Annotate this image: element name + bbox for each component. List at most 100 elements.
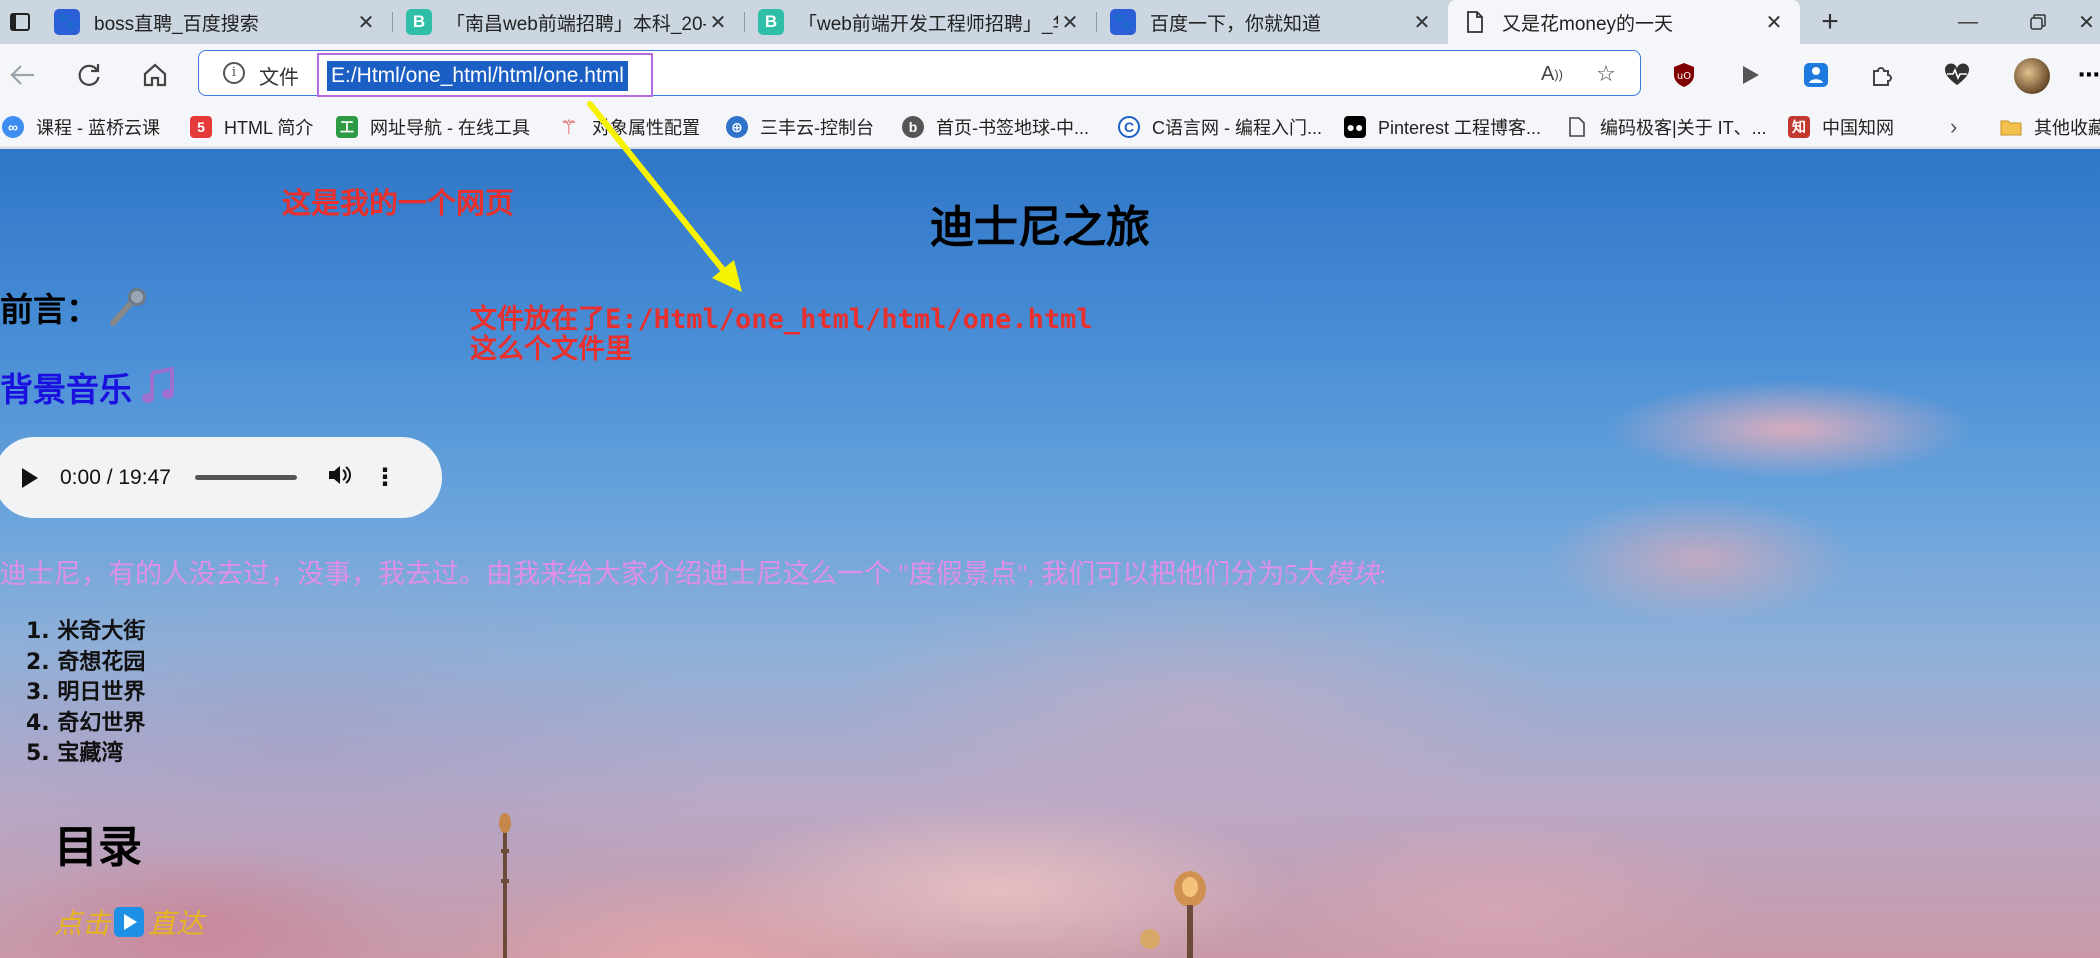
- bookmark-sanfeng[interactable]: ⊕ 三丰云-控制台: [726, 112, 874, 142]
- close-icon[interactable]: ✕: [706, 10, 730, 35]
- bookmark-label: 编码极客|关于 IT、...: [1600, 118, 1767, 138]
- click-to-jump-link[interactable]: 点击 直达: [54, 902, 204, 942]
- document-icon: [1566, 116, 1588, 138]
- tab-actions-icon[interactable]: [0, 0, 40, 44]
- navigation-bar: i 文件 A)) ☆ uO ⋯: [0, 44, 2100, 106]
- more-menu-icon[interactable]: ⋯: [2078, 57, 2100, 93]
- web-page-content: 这是我的一个网页 迪士尼之旅 文件放在了E:/Html/one_html/htm…: [0, 149, 2100, 958]
- boss-b-icon: B: [758, 9, 784, 35]
- profile-avatar[interactable]: [2014, 58, 2050, 94]
- bookmark-label: HTML 简介: [224, 118, 314, 138]
- bookmark-clang[interactable]: C C语言网 - 编程入门...: [1118, 112, 1322, 142]
- bookmark-label: 网址导航 - 在线工具: [370, 118, 530, 138]
- favorite-star-icon[interactable]: ☆: [1591, 59, 1621, 89]
- play-extension-icon[interactable]: [1732, 57, 1768, 93]
- bookmark-earth-icon: b: [902, 116, 924, 138]
- tab-boss-search[interactable]: 🐾 boss直聘_百度搜索 ✕: [40, 0, 392, 44]
- bookmark-label: 课程 - 蓝桥云课: [36, 118, 160, 138]
- lamp-post-image: [499, 813, 511, 958]
- tools-icon: 工: [336, 116, 358, 138]
- close-icon[interactable]: ✕: [1762, 10, 1786, 35]
- intro-paragraph: 迪士尼，有的人没去过，没事，我去过。由我来给大家介绍迪士尼这么一个 "度假景点"…: [0, 552, 1386, 591]
- new-tab-button[interactable]: +: [1800, 0, 1860, 44]
- close-icon[interactable]: ✕: [1410, 10, 1434, 35]
- restore-button[interactable]: [2003, 0, 2073, 44]
- home-icon[interactable]: [138, 58, 172, 92]
- preface-label: 前言：: [0, 290, 99, 329]
- minimize-button[interactable]: —: [1933, 0, 2003, 44]
- list-item: 5. 宝藏湾: [26, 741, 124, 766]
- tab-baidu[interactable]: 🐾 百度一下，你就知道 ✕: [1096, 0, 1448, 44]
- bookmarks-bar: ∞ 课程 - 蓝桥云课 5 HTML 简介 工 网址导航 - 在线工具 ⚚ 对象…: [0, 106, 2100, 148]
- tab-title: 百度一下，你就知道: [1150, 13, 1322, 35]
- toc-heading: 目录: [54, 822, 142, 873]
- medium-icon: ●●: [1344, 116, 1366, 138]
- tab-title: 「web前端开发工程师招聘」_华: [798, 13, 1058, 35]
- volume-icon[interactable]: [327, 464, 351, 492]
- lamp-post-image: [1140, 929, 1160, 949]
- config-icon: ⚚: [560, 116, 578, 139]
- background-music-heading: 背景音乐: [0, 363, 178, 411]
- play-button[interactable]: [22, 467, 38, 488]
- tab-nanchang-job[interactable]: B 「南昌web前端招聘」本科_20-3 ✕: [392, 0, 744, 44]
- bookmark-label: C语言网 - 编程入门...: [1152, 118, 1322, 138]
- audio-player: 0:00 / 19:47 ⋮: [0, 437, 442, 518]
- bookmark-earth[interactable]: b 首页-书签地球-中...: [902, 112, 1089, 142]
- bookmark-tools[interactable]: 工 网址导航 - 在线工具: [336, 112, 530, 142]
- tab-title: 又是花money的一天: [1502, 13, 1674, 35]
- folder-icon: [2000, 116, 2022, 138]
- bookmark-lanqiao[interactable]: ∞ 课程 - 蓝桥云课: [2, 112, 160, 142]
- tab-title: boss直聘_百度搜索: [94, 13, 259, 35]
- intro-end: :: [1378, 559, 1387, 589]
- ublock-icon[interactable]: uO: [1666, 57, 1702, 93]
- bookmark-label: 其他收藏: [2034, 118, 2100, 138]
- info-icon[interactable]: i: [223, 62, 245, 84]
- boss-b-icon: B: [406, 9, 432, 35]
- health-heart-icon[interactable]: [1939, 57, 1975, 93]
- bookmark-label: 三丰云-控制台: [760, 118, 874, 138]
- c-lang-icon: C: [1118, 116, 1140, 138]
- tab-web-job[interactable]: B 「web前端开发工程师招聘」_华 ✕: [744, 0, 1096, 44]
- bookmark-other-folder[interactable]: 其他收藏: [2000, 112, 2100, 142]
- bookmark-pinterest[interactable]: ●● Pinterest 工程博客...: [1344, 112, 1541, 142]
- bg-music-label: 背景音乐: [0, 370, 132, 409]
- close-icon[interactable]: ✕: [354, 10, 378, 35]
- bookmark-label: 中国知网: [1822, 118, 1894, 138]
- list-item: 2. 奇想花园: [26, 649, 146, 675]
- url-text[interactable]: E:/Html/one_html/html/one.html: [327, 61, 628, 91]
- link-text-pre: 点击: [54, 907, 111, 940]
- intro-text: 迪士尼，有的人没去过，没事，我去过。由我来给大家介绍迪士尼这么一个 "度假景点"…: [0, 559, 1325, 589]
- user-extension-icon[interactable]: [1798, 57, 1834, 93]
- html-icon: 5: [190, 116, 212, 138]
- link-text-post: 直达: [148, 907, 205, 940]
- close-icon[interactable]: ✕: [1058, 10, 1082, 35]
- microphone-icon: [110, 288, 146, 326]
- page-title: 迪士尼之旅: [930, 202, 1150, 253]
- more-options-icon[interactable]: ⋮: [373, 463, 397, 492]
- lanqiao-icon: ∞: [2, 116, 24, 138]
- bookmarks-overflow-chevron-icon[interactable]: ›: [1950, 112, 1957, 142]
- bookmark-label: 对象属性配置: [592, 118, 700, 138]
- annotation-text-webpage: 这是我的一个网页: [282, 186, 515, 220]
- tab-current-page[interactable]: 又是花money的一天 ✕: [1448, 0, 1800, 44]
- bookmark-cnki[interactable]: 知 中国知网: [1788, 112, 1894, 142]
- list-item: 1. 米奇大街: [26, 619, 146, 644]
- globe-icon: ⊕: [726, 116, 748, 138]
- refresh-icon[interactable]: [72, 58, 106, 92]
- bookmark-geek[interactable]: 编码极客|关于 IT、...: [1566, 112, 1767, 142]
- list-item: 3. 明日世界: [26, 680, 146, 705]
- bookmark-config[interactable]: ⚚ 对象属性配置: [558, 112, 700, 142]
- read-aloud-icon[interactable]: A)): [1537, 59, 1567, 89]
- annotation-line: 这么个文件里: [470, 334, 632, 365]
- cnki-icon: 知: [1788, 116, 1810, 138]
- close-window-button[interactable]: ✕: [2073, 0, 2100, 44]
- bookmark-html-intro[interactable]: 5 HTML 简介: [190, 112, 313, 142]
- preface-heading: 前言：: [0, 283, 151, 331]
- tab-title: 「南昌web前端招聘」本科_20-3: [446, 13, 706, 35]
- scheme-label: 文件: [259, 67, 299, 89]
- extensions-puzzle-icon[interactable]: [1864, 57, 1900, 93]
- audio-progress-slider[interactable]: [194, 475, 297, 480]
- baidu-paw-icon: 🐾: [1110, 9, 1136, 35]
- document-icon: [1462, 9, 1488, 35]
- back-arrow-icon[interactable]: [6, 58, 40, 92]
